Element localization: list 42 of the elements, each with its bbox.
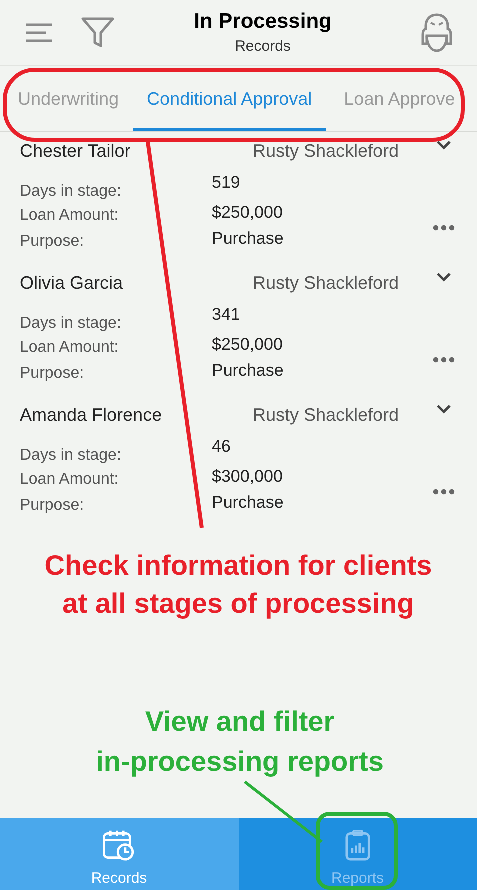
field-label: Purpose: <box>20 364 86 382</box>
field-value: Purchase <box>212 492 284 514</box>
stage-tab[interactable]: Loan Approve <box>330 71 470 131</box>
callout-text: Check information for clients at all stages of processing <box>44 549 434 621</box>
field-value: $250,000 <box>212 202 283 224</box>
stage-tab[interactable]: Conditional Approval <box>133 71 326 131</box>
field-value: 519 <box>212 172 240 194</box>
field-label: Days in stage: <box>20 182 122 198</box>
clipboard-chart-icon <box>344 830 372 862</box>
nav-tab[interactable]: Records <box>0 818 238 890</box>
field-value: Purchase <box>212 228 284 250</box>
chevron-down-icon[interactable] <box>437 404 451 414</box>
field-label: Days in stage: <box>20 446 122 462</box>
field-value: 46 <box>212 436 231 458</box>
more-icon[interactable] <box>433 489 455 495</box>
screen-title: In Processing <box>194 8 332 34</box>
client-name: Olivia Garcia <box>20 272 124 294</box>
field-value: $250,000 <box>212 334 283 356</box>
field-label: Loan Amount: <box>20 470 120 488</box>
field-label: Loan Amount: <box>20 338 120 356</box>
field-value: Purchase <box>212 360 284 382</box>
filter-icon[interactable] <box>81 16 115 48</box>
client-name: Amanda Florence <box>20 404 164 426</box>
stage-tab[interactable]: Underwriting <box>4 71 134 131</box>
field-value: 341 <box>212 304 240 326</box>
nav-tab[interactable]: Reports <box>238 818 477 890</box>
field-label: Days in stage: <box>20 314 122 330</box>
more-icon[interactable] <box>433 357 455 363</box>
chevron-down-icon[interactable] <box>437 140 451 150</box>
field-label: Loan Amount: <box>20 206 120 224</box>
callout-text: View and filter in-processing reports <box>95 705 385 779</box>
agent-name: Rusty Shackleford <box>253 140 400 163</box>
agent-name: Rusty Shackleford <box>253 272 400 295</box>
robot-icon[interactable] <box>421 12 453 54</box>
chevron-down-icon[interactable] <box>437 272 451 282</box>
client-name: Chester Tailor <box>20 140 132 162</box>
field-label: Purpose: <box>20 496 86 514</box>
more-icon[interactable] <box>433 225 455 231</box>
field-label: Purpose: <box>20 232 86 250</box>
field-value: $300,000 <box>212 466 283 488</box>
screen-subtitle: Records <box>235 38 291 56</box>
agent-name: Rusty Shackleford <box>253 404 400 427</box>
